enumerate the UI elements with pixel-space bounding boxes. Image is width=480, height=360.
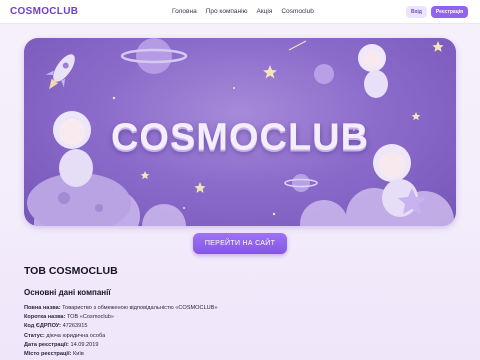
ringed-planet-bottom bbox=[284, 174, 318, 192]
ringed-planet-top bbox=[120, 38, 188, 74]
detail-row: Повна назва: Товариство з обмеженою відп… bbox=[24, 304, 454, 313]
detail-value: 47263915 bbox=[62, 323, 88, 330]
hero-title: COSMOCLUB bbox=[110, 116, 370, 159]
detail-row: Місто реєстрації: Київ bbox=[24, 350, 454, 359]
detail-value: ТОВ «Cosmoclub» bbox=[66, 314, 114, 321]
login-button[interactable]: Вхід bbox=[406, 6, 427, 18]
detail-row: Статус: діюча юридична особа bbox=[24, 332, 454, 341]
rocket bbox=[45, 54, 75, 90]
detail-value: Київ bbox=[72, 350, 84, 357]
detail-key: Статус: bbox=[24, 332, 45, 339]
detail-key: Коротка назва: bbox=[24, 314, 66, 321]
register-button[interactable]: Реєстрація bbox=[431, 6, 468, 18]
go-to-site-button[interactable]: ПЕРЕЙТИ НА САЙТ bbox=[193, 233, 287, 254]
nav-item-home[interactable]: Головна bbox=[172, 8, 197, 15]
nav-item-about[interactable]: Про компанію bbox=[206, 8, 248, 15]
main-nav: Головна Про компанію Акція Cosmoclub bbox=[172, 8, 314, 15]
detail-value: 14.09.2019 bbox=[70, 341, 99, 348]
nav-item-cosmoclub[interactable]: Cosmoclub bbox=[281, 8, 314, 15]
detail-value: Товариство з обмеженою відповідальністю … bbox=[62, 305, 218, 311]
shooting-star bbox=[288, 40, 307, 51]
detail-key: Повна назва: bbox=[24, 305, 61, 311]
company-details: Повна назва: Товариство з обмеженою відп… bbox=[24, 304, 454, 359]
nav-item-promo[interactable]: Акція bbox=[256, 8, 272, 15]
detail-row: Коротка назва: ТОВ «Cosmoclub» bbox=[24, 313, 454, 322]
top-navigation-bar: COSMOCLUB Головна Про компанію Акція Cos… bbox=[0, 0, 480, 24]
detail-key: Код ЄДРПОУ: bbox=[24, 323, 61, 330]
detail-row: Дата реєстрації: 14.09.2019 bbox=[24, 341, 454, 350]
detail-key: Дата реєстрації: bbox=[24, 341, 69, 348]
astronaut-top-right bbox=[358, 44, 388, 98]
section-title: Основні дані компанії bbox=[24, 288, 111, 297]
detail-value: діюча юридична особа bbox=[46, 332, 106, 339]
detail-key: Місто реєстрації: bbox=[24, 350, 72, 357]
company-name-heading: ТОВ COSMOCLUB bbox=[24, 265, 118, 277]
hero-banner: COSMOCLUB bbox=[24, 38, 456, 226]
detail-row: Код ЄДРПОУ: 47263915 bbox=[24, 322, 454, 331]
site-logo[interactable]: COSMOCLUB bbox=[10, 6, 78, 17]
small-planet bbox=[314, 64, 334, 84]
